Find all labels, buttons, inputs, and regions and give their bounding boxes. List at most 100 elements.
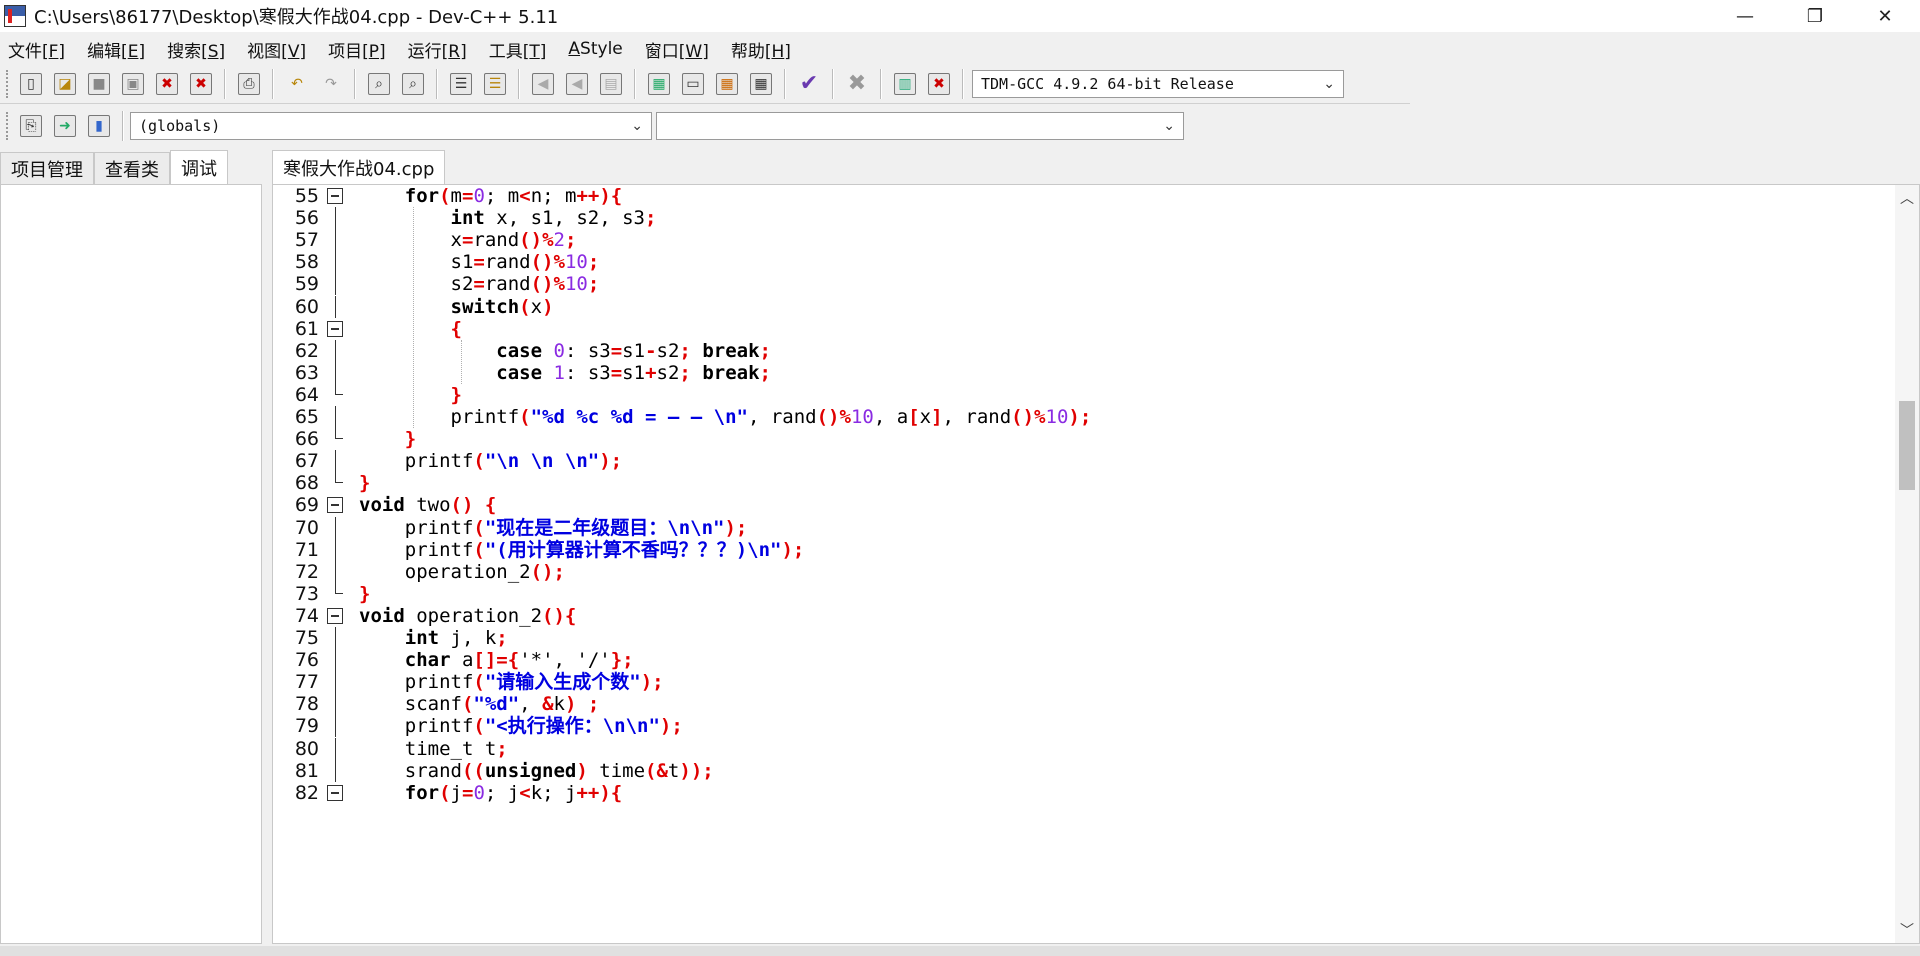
replace-button[interactable]: ⌕ <box>398 69 428 99</box>
code-line[interactable]: 81 srand((unsigned) time(&t)); <box>273 759 1913 782</box>
menu-item-5[interactable]: 运行[R] <box>408 37 467 62</box>
toggle-bookmark-button[interactable]: ◀ <box>528 69 558 99</box>
code-line[interactable]: 71 printf("(用计算器计算不香吗？？？)\n"); <box>273 538 1913 561</box>
toggle-button[interactable]: ▮ <box>84 111 114 141</box>
code-token: ( <box>473 671 485 694</box>
code-line[interactable]: 56 int x, s1, s2, s3; <box>273 207 1913 230</box>
code-line[interactable]: 76 char a[]={'*', '/'}; <box>273 649 1913 672</box>
code-line[interactable]: 60 switch(x) <box>273 295 1913 318</box>
code-line[interactable]: 64 } <box>273 383 1913 406</box>
code-line[interactable]: 63 case 1: s3=s1+s2; break; <box>273 361 1913 384</box>
code-line[interactable]: 61 { <box>273 318 1913 340</box>
globals-select[interactable]: (globals) ⌄ <box>130 112 652 140</box>
print-button[interactable]: ⎙ <box>234 69 264 99</box>
fold-guide <box>325 560 345 583</box>
restore-button[interactable]: ❐ <box>1780 0 1850 32</box>
fold-collapse-icon[interactable] <box>325 494 345 516</box>
fold-collapse-icon[interactable] <box>325 605 345 627</box>
menu-item-9[interactable]: 帮助[H] <box>731 37 791 62</box>
rebuild-all-button[interactable]: ▦ <box>746 69 776 99</box>
code-line[interactable]: 73} <box>273 582 1913 605</box>
tab-class-browser[interactable]: 查看类 <box>94 152 170 184</box>
indent-button[interactable]: ☰ <box>446 69 476 99</box>
delete-profile-button[interactable]: ✖ <box>924 69 954 99</box>
compile-run-button[interactable]: ▦ <box>712 69 742 99</box>
code-line[interactable]: 72 operation_2(); <box>273 560 1913 583</box>
code-line[interactable]: 77 printf("请输入生成个数"); <box>273 671 1913 694</box>
insert-button[interactable]: ⎘ <box>16 111 46 141</box>
compile-button[interactable]: ▦ <box>644 69 674 99</box>
line-number: 69 <box>294 494 319 517</box>
line-number: 60 <box>294 295 319 318</box>
menu-item-0[interactable]: 文件[F] <box>8 37 65 62</box>
code-line[interactable]: 65 printf("%d %c %d = — — \n", rand()%10… <box>273 406 1913 429</box>
code-line[interactable]: 78 scanf("%d", &k) ; <box>273 693 1913 716</box>
undo-button[interactable]: ↶ <box>282 69 312 99</box>
redo-button[interactable]: ↷ <box>316 69 346 99</box>
compiler-select[interactable]: TDM-GCC 4.9.2 64-bit Release ⌄ <box>972 69 1344 98</box>
unindent-button[interactable]: ☰ <box>480 69 510 99</box>
find-button[interactable]: ⌕ <box>364 69 394 99</box>
menu-item-6[interactable]: 工具[T] <box>489 37 547 62</box>
menu-item-8[interactable]: 窗口[W] <box>645 37 709 62</box>
code-line[interactable]: 75 int j, k; <box>273 627 1913 650</box>
menu-item-1[interactable]: 编辑[E] <box>87 37 145 62</box>
code-line[interactable]: 66 } <box>273 428 1913 450</box>
code-line[interactable]: 74 void operation_2(){ <box>273 605 1913 627</box>
save-button[interactable]: ■ <box>84 69 114 99</box>
title-bar: C:\Users\86177\Desktop\寒假大作战04.cpp - Dev… <box>0 0 1920 32</box>
menu-item-text: ] <box>138 41 146 62</box>
fold-guide <box>325 339 345 362</box>
fold-marker <box>335 406 336 429</box>
tab-debug[interactable]: 调试 <box>170 150 228 184</box>
minimize-button[interactable]: — <box>1710 0 1780 32</box>
profile-analysis-button[interactable]: ▥ <box>890 69 920 99</box>
code-line[interactable]: 79 printf("<执行操作：\n\n"); <box>273 715 1913 738</box>
syntax-check-button[interactable]: ✔ <box>794 69 824 99</box>
code-line[interactable]: 57 x=rand()%2; <box>273 229 1913 252</box>
fold-collapse-icon[interactable] <box>325 782 345 804</box>
run-button[interactable]: ▭ <box>678 69 708 99</box>
new-file-button[interactable]: ▯ <box>16 69 46 99</box>
close-button[interactable]: ✕ <box>1850 0 1920 32</box>
code-text: s2=rand()%10; <box>359 273 600 295</box>
goto-button[interactable]: ➜ <box>50 111 80 141</box>
code-line[interactable]: 59 s2=rand()%10; <box>273 273 1913 296</box>
menu-item-7[interactable]: AStyle <box>568 39 622 59</box>
code-line[interactable]: 62 case 0: s3=s1-s2; break; <box>273 339 1913 362</box>
code-line[interactable]: 55 for(m=0; m<n; m++){ <box>273 185 1913 207</box>
toolbar-grip[interactable] <box>6 112 10 140</box>
comment-button[interactable]: ▤ <box>596 69 626 99</box>
code-editor[interactable]: ︿ ﹀ 55 for(m=0; m<n; m++){56 int x, s1, … <box>272 184 1920 944</box>
code-token: x <box>530 295 543 318</box>
scroll-down-icon[interactable]: ﹀ <box>1895 919 1919 941</box>
code-line[interactable]: 82 for(j=0; j<k; j++){ <box>273 782 1913 804</box>
stop-execution-button[interactable]: ✖ <box>842 69 872 99</box>
menu-item-3[interactable]: 视图[V] <box>247 37 306 62</box>
goto-bookmark-button[interactable]: ◀ <box>562 69 592 99</box>
fold-collapse-icon[interactable] <box>325 185 345 207</box>
fold-guide <box>325 207 345 230</box>
code-line[interactable]: 58 s1=rand()%10; <box>273 251 1913 274</box>
fold-collapse-icon[interactable] <box>325 318 345 340</box>
tab-file-cpp[interactable]: 寒假大作战04.cpp <box>272 150 446 184</box>
save-all-button[interactable]: ▣ <box>118 69 148 99</box>
code-line[interactable]: 69 void two() { <box>273 494 1913 516</box>
tab-project-manager[interactable]: 项目管理 <box>0 152 94 184</box>
code-line[interactable]: 68} <box>273 472 1913 494</box>
toolbar-separator <box>962 68 964 99</box>
menu-item-2[interactable]: 搜索[S] <box>167 37 225 62</box>
close-all-button[interactable]: ✖ <box>186 69 216 99</box>
left-panel-content[interactable] <box>0 184 262 944</box>
line-number: 82 <box>294 781 319 804</box>
open-file-button[interactable]: ◪ <box>50 69 80 99</box>
members-select[interactable]: ⌄ <box>656 112 1184 140</box>
code-line[interactable]: 70 printf("现在是二年级题目：\n\n"); <box>273 516 1913 539</box>
menu-item-4[interactable]: 项目[P] <box>328 37 386 62</box>
close-file-button[interactable]: ✖ <box>152 69 182 99</box>
toolbar-grip[interactable] <box>6 69 10 98</box>
code-line[interactable]: 80 time_t t; <box>273 737 1913 760</box>
code-line[interactable]: 67 printf("\n \n \n"); <box>273 450 1913 473</box>
